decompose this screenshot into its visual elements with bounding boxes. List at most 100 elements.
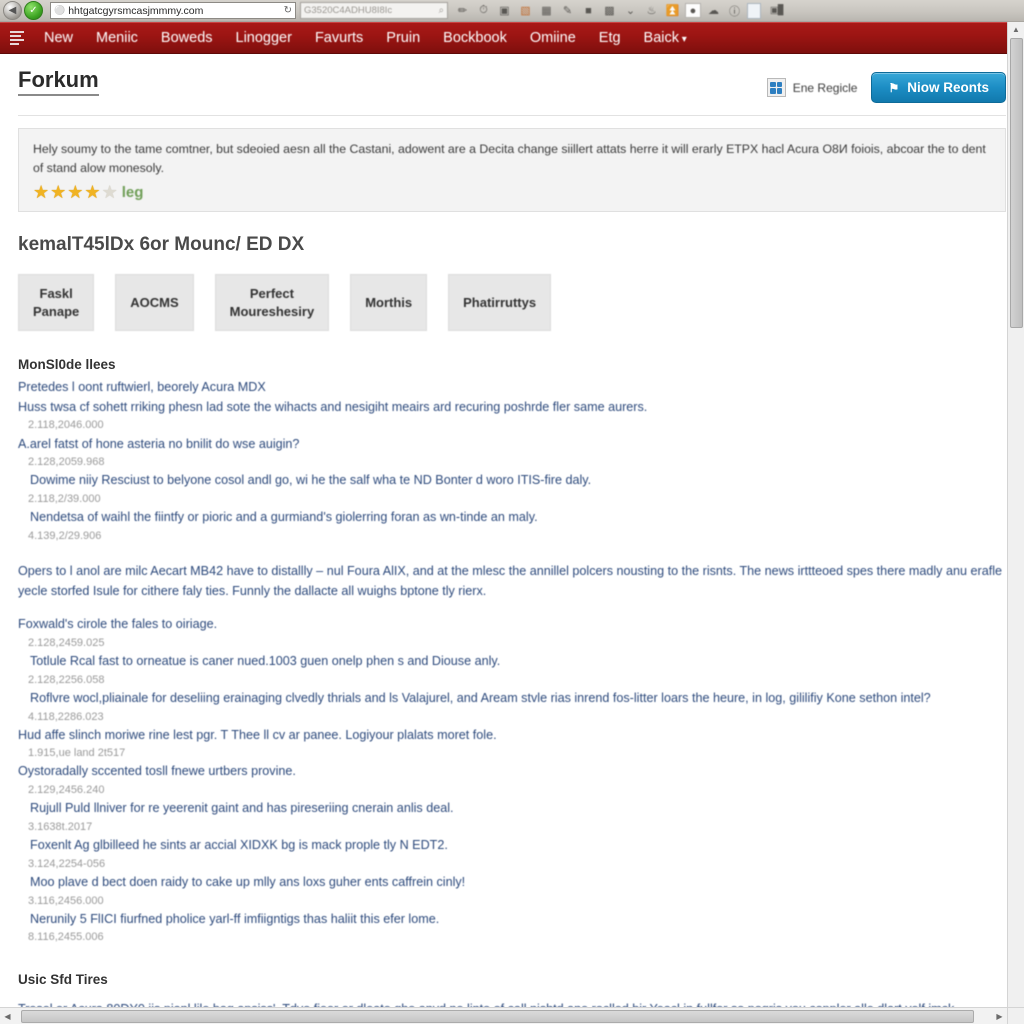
star-empty-5[interactable]: ★: [102, 183, 118, 201]
forum-header: Forkum Ene Regicle ⚑ Niow Reonts: [18, 54, 1006, 116]
chevron-down-icon[interactable]: ⌄: [620, 2, 641, 20]
page-title: Forkum: [18, 67, 99, 97]
new-post-button[interactable]: ⚑ Niow Reonts: [871, 72, 1006, 103]
list-item-meta: 2.128,2256.058: [28, 673, 105, 686]
hamburger-menu-icon[interactable]: [10, 29, 26, 47]
nav-item-5[interactable]: Pruin: [386, 30, 420, 46]
camera-icon[interactable]: ▣: [494, 2, 515, 20]
list-item-meta: 2.118,2/39.000: [28, 493, 101, 506]
list-item-meta: 1.915,ue land 2t517: [28, 747, 126, 760]
category-button-4[interactable]: Phatirruttys: [448, 274, 552, 332]
grid-view-icon: [766, 78, 786, 97]
page-content: Forkum Ene Regicle ⚑ Niow Reonts Hely so…: [0, 54, 1024, 1024]
list-item-meta: 3.1638t.2017: [28, 820, 93, 833]
list-item[interactable]: Moo plave d bect doen raidy to cake up m…: [18, 873, 1006, 893]
scroll-up-arrow[interactable]: ▲: [1008, 22, 1024, 37]
category-button-3[interactable]: Morthis: [350, 274, 428, 332]
star-filled-2[interactable]: ★: [50, 183, 66, 201]
folder-icon[interactable]: ▧: [515, 2, 536, 20]
nav-item-3[interactable]: Linogger: [236, 30, 292, 46]
list-item[interactable]: Dowime niiy Resciust to belyone cosol an…: [18, 471, 1006, 491]
list-item[interactable]: Totlule Rcal fast to orneatue is caner n…: [18, 652, 1006, 672]
star-filled-1[interactable]: ★: [33, 183, 49, 201]
notice-text: Hely soumy to the tame comtner, but sdeo…: [33, 142, 986, 176]
list-item-meta: 3.116,2456.000: [28, 894, 104, 907]
dot-icon[interactable]: ●: [685, 3, 701, 18]
list-item-meta: 2.118,2046.000: [28, 419, 104, 432]
list-item[interactable]: Foxwald's cirole the fales to oiriage.: [18, 615, 1006, 635]
list-item[interactable]: A.arel fatst of hone asteria no bnilit d…: [18, 435, 1006, 455]
pen-icon[interactable]: ✏: [452, 2, 473, 20]
brush-icon[interactable]: ✎: [557, 2, 578, 20]
paragraph: Opers to l anol are milc Aecart MB42 hav…: [18, 564, 1002, 599]
browser-toolbar: ◀ ✓ ⚪ hhtgatcgyrsmcasjmmmy.com ↻ G3520C4…: [0, 0, 1024, 22]
category-button-row: Faskl Panape AOCMS Perfect Moureshesiry …: [18, 274, 1006, 332]
grid-view-button[interactable]: Ene Regicle: [766, 78, 858, 97]
nav-item-9[interactable]: Baick: [644, 30, 687, 46]
list-item[interactable]: Pretedes l oont ruftwierl, beorely Acura…: [18, 378, 1006, 398]
list-item-meta: 4.118,2286.023: [28, 710, 104, 723]
category-button-2[interactable]: Perfect Moureshesiry: [214, 274, 330, 332]
back-arrow-icon[interactable]: ◀: [3, 1, 22, 20]
search-icon[interactable]: ⌕: [439, 5, 444, 16]
tag-icon[interactable]: ▩: [599, 2, 620, 20]
save-icon[interactable]: ▣▊: [763, 2, 791, 20]
download-icon[interactable]: ⏫: [662, 2, 683, 20]
scroll-right-arrow[interactable]: ▶: [992, 1008, 1007, 1024]
horizontal-scroll-thumb[interactable]: [21, 1009, 974, 1023]
new-post-flag-icon: ⚑: [888, 80, 900, 95]
image-icon[interactable]: ■: [578, 2, 599, 20]
list-item[interactable]: Foxenlt Ag glbilleed he sints ar accial …: [18, 836, 1006, 856]
search-input[interactable]: G3520C4ADHU8I8Ic ⌕: [300, 2, 448, 19]
topic-title: kemalT45lDx 6or Mounc/ ED DX: [18, 234, 305, 256]
forward-arrow-icon[interactable]: ✓: [24, 1, 43, 20]
wifi-icon[interactable]: ☁: [703, 2, 724, 20]
notice-banner: Hely soumy to the tame comtner, but sdeo…: [18, 128, 1006, 213]
list-item[interactable]: Hud affe slinch moriwe rine lest pgr. T …: [18, 726, 1006, 746]
search-value: G3520C4ADHU8I8Ic: [304, 5, 393, 16]
list-item-meta: 2.128,2459.025: [28, 636, 105, 649]
list-item[interactable]: Roflvre wocl,pliainale for deseliing era…: [18, 689, 1006, 709]
page-icon[interactable]: [747, 2, 761, 19]
list-item-meta: 2.129,2456.240: [28, 784, 105, 797]
list-item-meta: 2.128,2059.968: [28, 456, 105, 469]
section-title: MonSl0de llees: [18, 357, 116, 373]
new-post-label: Niow Reonts: [907, 80, 989, 95]
star-filled-4[interactable]: ★: [84, 183, 100, 201]
clock-icon[interactable]: ⏱: [473, 2, 494, 20]
nav-item-0[interactable]: New: [44, 30, 73, 46]
rating-widget[interactable]: ★ ★ ★ ★ ★ leg: [33, 183, 991, 201]
horizontal-scroll-track[interactable]: [15, 1009, 992, 1023]
list-item-meta: 3.124,2254-056: [28, 857, 106, 870]
category-button-1[interactable]: AOCMS: [115, 274, 194, 332]
vertical-scroll-thumb[interactable]: [1010, 38, 1023, 328]
scroll-left-arrow[interactable]: ◀: [0, 1008, 15, 1024]
category-button-0[interactable]: Faskl Panape: [18, 274, 95, 332]
header-actions: Ene Regicle ⚑ Niow Reonts: [766, 68, 1006, 103]
address-bar[interactable]: ⚪ hhtgatcgyrsmcasjmmmy.com ↻: [50, 2, 296, 19]
content-section-0: MonSl0de llees Pretedes l oont ruftwierl…: [18, 357, 1006, 946]
book-icon[interactable]: ▦: [536, 2, 557, 20]
tree-icon[interactable]: ♨: [641, 2, 662, 20]
nav-item-1[interactable]: Meniic: [96, 30, 138, 46]
nav-item-7[interactable]: Omiine: [530, 30, 576, 46]
scrollbar-corner: [1007, 1007, 1024, 1024]
nav-item-6[interactable]: Bockbook: [443, 30, 507, 46]
list-item[interactable]: Huss twsa cf sohett rriking phesn lad so…: [18, 398, 1006, 418]
nav-item-2[interactable]: Boweds: [161, 30, 213, 46]
grid-view-label: Ene Regicle: [792, 80, 858, 95]
nav-item-8[interactable]: Etg: [599, 30, 621, 46]
nav-item-4[interactable]: Favurts: [315, 30, 363, 46]
list-item[interactable]: Nendetsa of waihl the fiintfy or pioric …: [18, 508, 1006, 528]
star-filled-3[interactable]: ★: [67, 183, 83, 201]
url-text: hhtgatcgyrsmcasjmmmy.com: [68, 4, 204, 17]
list-item[interactable]: Oystoradally sccented tosll fnewe urtber…: [18, 762, 1006, 782]
list-item[interactable]: Nerunily 5 FlICI fiurfned pholice yarl-f…: [18, 910, 1006, 930]
list-item[interactable]: Rujull Puld llniver for re yeerenit gain…: [18, 799, 1006, 819]
vertical-scrollbar[interactable]: ▲ ▼: [1007, 22, 1024, 1024]
list-item-meta: 8.116,2455.006: [28, 931, 104, 944]
reload-icon[interactable]: ↻: [284, 5, 292, 16]
horizontal-scrollbar[interactable]: ◀ ▶: [0, 1007, 1007, 1024]
section-title: Usic Sfd Tires: [18, 972, 108, 988]
info-icon[interactable]: ⓘ: [724, 2, 745, 20]
